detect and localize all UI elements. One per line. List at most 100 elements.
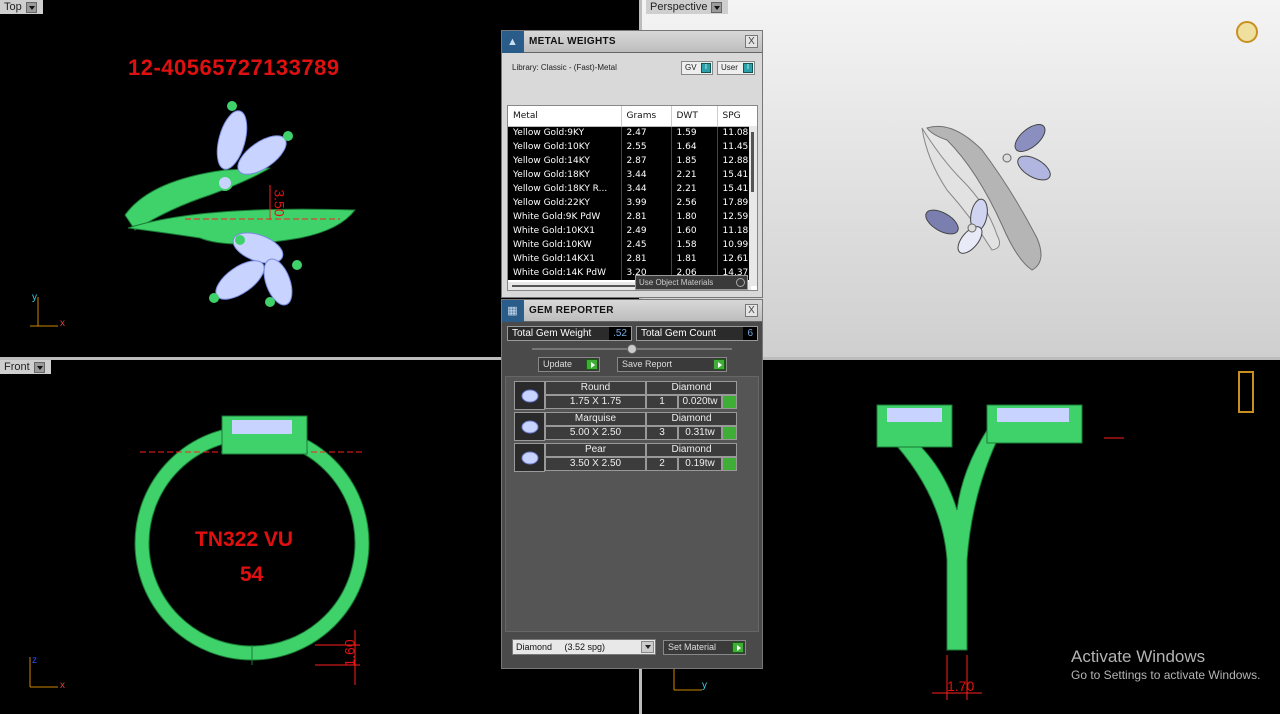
gem-qty-cell: 1: [646, 395, 678, 409]
right-dimension-label: 1.70: [947, 678, 975, 694]
metal-table-row[interactable]: White Gold:10KW 2.45 1.58 10.99: [508, 238, 757, 252]
save-report-arrow-icon: [713, 359, 725, 370]
total-gem-weight-field: Total Gem Weight .52: [507, 326, 632, 341]
spg-col-header[interactable]: SPG: [717, 106, 757, 127]
dwt-cell: 1.80: [671, 210, 718, 224]
save-report-button-label: Save Report: [622, 359, 673, 369]
gem-reporter-titlebar[interactable]: ▦ GEM REPORTER X: [502, 299, 762, 322]
dwt-cell: 1.60: [671, 224, 718, 238]
top-axis-x-label: x: [60, 318, 65, 329]
grams-cell: 2.55: [621, 140, 672, 154]
metal-name-cell: White Gold:14K PdW: [508, 266, 622, 280]
total-gem-count-field: Total Gem Count 6: [636, 326, 758, 341]
grams-cell: 3.99: [621, 196, 672, 210]
front-axis-x-label: x: [60, 680, 65, 691]
dwt-cell: 1.59: [671, 126, 718, 140]
gem-row[interactable]: Marquise Diamond 5.00 X 2.50 3 0.31tw: [514, 412, 740, 441]
metal-table-row[interactable]: Yellow Gold:18KY R... 3.44 2.21 15.41: [508, 182, 757, 196]
chevron-down-glyph-icon: [645, 645, 651, 649]
metal-table-row[interactable]: White Gold:9K PdW 2.81 1.80 12.59: [508, 210, 757, 224]
metal-table-vertical-scrollbar[interactable]: [749, 126, 757, 286]
gem-reporter-title: GEM REPORTER: [529, 305, 614, 316]
save-report-button[interactable]: Save Report: [617, 357, 727, 372]
metal-weights-title: METAL WEIGHTS: [529, 36, 616, 47]
metal-col-header[interactable]: Metal: [508, 106, 622, 127]
set-material-button[interactable]: Set Material: [663, 640, 746, 655]
metal-name-cell: Yellow Gold:10KY: [508, 140, 622, 154]
total-gem-count-label: Total Gem Count: [641, 328, 717, 339]
metal-table-row[interactable]: Yellow Gold:10KY 2.55 1.64 11.45: [508, 140, 757, 154]
use-object-materials-label: Use Object Materials: [639, 278, 714, 287]
use-object-materials-button[interactable]: Use Object Materials: [635, 275, 748, 290]
metal-weights-close-icon[interactable]: X: [745, 35, 758, 48]
front-dimension-label: 1.60: [341, 639, 358, 667]
top-axis-y-label: y: [32, 292, 37, 303]
gv-toggle-label: GV: [685, 63, 697, 72]
metal-weights-icon: ▲: [502, 30, 524, 53]
gem-qty-cell: 2: [646, 457, 678, 471]
metal-name-cell: White Gold:9K PdW: [508, 210, 622, 224]
dwt-cell: 1.64: [671, 140, 718, 154]
gem-size-cell: 3.50 X 2.50: [545, 457, 646, 471]
metal-table-scroll-thumb[interactable]: [751, 132, 754, 192]
gem-shape-icon: [514, 443, 545, 472]
gem-select-arrow-icon[interactable]: [722, 457, 737, 471]
grams-cell: 2.45: [621, 238, 672, 252]
update-button[interactable]: Update: [538, 357, 600, 372]
gv-toggle-icon: I: [701, 63, 711, 73]
metal-table-row[interactable]: White Gold:10KX1 2.49 1.60 11.18: [508, 224, 757, 238]
dwt-col-header[interactable]: DWT: [671, 106, 718, 127]
user-toggle-icon: I: [743, 63, 753, 73]
gem-weight-cell: 0.020tw: [678, 395, 722, 409]
metal-name-cell: Yellow Gold:22KY: [508, 196, 622, 210]
top-dimension-label: 3.50: [271, 189, 288, 217]
metal-table-row[interactable]: Yellow Gold:9KY 2.47 1.59 11.08: [508, 126, 757, 140]
dwt-cell: 1.81: [671, 252, 718, 266]
update-arrow-icon: [586, 359, 598, 370]
gem-reporter-icon: ▦: [502, 299, 524, 322]
grams-cell: 2.81: [621, 210, 672, 224]
gem-qty-cell: 3: [646, 426, 678, 440]
gem-shape-icon: [514, 381, 545, 410]
gem-material-cell: Diamond: [646, 381, 737, 395]
gem-weight-cell: 0.31tw: [678, 426, 722, 440]
grams-col-header[interactable]: Grams: [621, 106, 672, 127]
activate-windows-title: Activate Windows: [1071, 647, 1206, 666]
grams-cell: 3.44: [621, 182, 672, 196]
gem-select-arrow-icon[interactable]: [722, 426, 737, 440]
dwt-cell: 2.56: [671, 196, 718, 210]
gem-reporter-collapse-icon[interactable]: [627, 344, 637, 354]
metal-weights-titlebar[interactable]: ▲ METAL WEIGHTS X: [502, 30, 762, 53]
metal-name-cell: White Gold:10KX1: [508, 224, 622, 238]
gem-material-select[interactable]: Diamond (3.52 spg): [512, 639, 656, 655]
user-toggle-button[interactable]: User I: [717, 61, 755, 75]
gem-row[interactable]: Round Diamond 1.75 X 1.75 1 0.020tw: [514, 381, 740, 410]
grams-cell: 3.44: [621, 168, 672, 182]
gem-select-arrow-icon[interactable]: [722, 395, 737, 409]
metal-table-row[interactable]: Yellow Gold:14KY 2.87 1.85 12.88: [508, 154, 757, 168]
metal-table-body: Yellow Gold:9KY 2.47 1.59 11.08 Yellow Gold:…: [508, 126, 757, 280]
update-button-label: Update: [543, 359, 573, 369]
gem-weight-cell: 0.19tw: [678, 457, 722, 471]
gv-toggle-button[interactable]: GV I: [681, 61, 713, 75]
metal-table-row[interactable]: White Gold:14KX1 2.81 1.81 12.61: [508, 252, 757, 266]
front-axis-z-label: z: [32, 655, 37, 666]
grams-cell: 2.87: [621, 154, 672, 168]
total-gem-weight-label: Total Gem Weight: [512, 328, 592, 339]
gem-material-cell: Diamond: [646, 412, 737, 426]
use-object-materials-icon: [736, 278, 745, 287]
metal-weights-panel: ▲ METAL WEIGHTS X Library: Classic - (Fa…: [501, 30, 763, 298]
gem-reporter-close-icon[interactable]: X: [745, 304, 758, 317]
metal-library-label: Library: Classic - (Fast)-Metal: [512, 62, 617, 72]
set-material-arrow-icon: [732, 642, 744, 653]
metal-table-container[interactable]: Metal Grams DWT SPG Yellow Gold:9KY 2.47 1…: [507, 105, 758, 291]
gem-material-select-value: Diamond (3.52 spg): [516, 642, 606, 652]
metal-table-row[interactable]: Yellow Gold:22KY 3.99 2.56 17.89: [508, 196, 757, 210]
gem-row[interactable]: Pear Diamond 3.50 X 2.50 2 0.19tw: [514, 443, 740, 472]
metal-weights-body: Library: Classic - (Fast)-Metal GV I Use…: [502, 53, 762, 297]
metal-table-row[interactable]: Yellow Gold:18KY 3.44 2.21 15.41: [508, 168, 757, 182]
metal-library-row: Library: Classic - (Fast)-Metal GV I Use…: [502, 53, 762, 81]
gem-shape-cell: Round: [545, 381, 646, 395]
grams-cell: 2.47: [621, 126, 672, 140]
gem-size-cell: 5.00 X 2.50: [545, 426, 646, 440]
